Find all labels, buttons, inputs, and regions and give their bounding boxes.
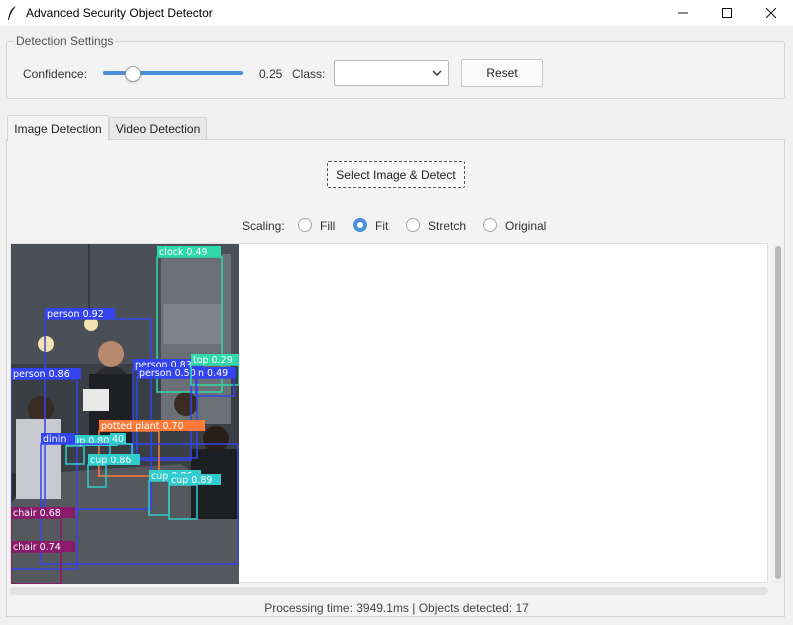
detection-box: person 0.86 [11,368,81,570]
scaling-radio-fit[interactable] [353,218,367,232]
detection-label: n 0.49 [198,368,228,379]
tab-video-detection[interactable]: Video Detection [109,117,207,139]
maximize-icon [722,8,732,18]
minimize-button[interactable] [660,0,706,26]
maximize-button[interactable] [704,0,750,26]
title-bar: Advanced Security Object Detector [0,0,793,26]
window-title: Advanced Security Object Detector [26,6,213,20]
confidence-label: Confidence: [23,67,88,81]
detection-label: chair 0.74 [13,542,61,553]
tab-image-detection[interactable]: Image Detection [7,115,109,141]
select-image-detect-button[interactable]: Select Image & Detect [327,161,465,188]
detection-label: person 0.50 [139,368,196,379]
detection-label: 40 [112,434,124,445]
reset-button[interactable]: Reset [461,59,543,87]
scaling-option-fill[interactable]: Fill [320,219,335,233]
status-bar-text: Processing time: 3949.1ms | Objects dete… [264,601,529,615]
detection-label: chair 0.68 [13,508,61,519]
scaling-label: Scaling: [242,219,285,233]
detection-label: person 0.92 [47,309,104,320]
detection-label: potted plant 0.70 [101,421,184,432]
detection-box: chair 0.74 [11,541,75,584]
horizontal-scrollbar[interactable] [10,587,768,595]
detection-box: cup 0.86 [87,454,140,488]
feather-icon [8,6,16,20]
class-select[interactable] [334,60,449,86]
class-label: Class: [292,67,326,81]
image-canvas: clock 0.49 person 0.92 person 0.83 person 0… [10,243,768,584]
scaling-option-original[interactable]: Original [505,219,546,233]
chevron-down-icon [432,70,442,76]
close-button[interactable] [748,0,793,26]
detection-box: person 0.92 [44,308,152,510]
detection-box: cup 0.89 [168,474,221,520]
scaling-radio-original[interactable] [483,218,497,232]
detection-label: person 0.86 [13,369,70,380]
close-icon [766,8,776,18]
detection-box: potted plant 0.70 [98,420,205,477]
scaling-radio-fill[interactable] [298,218,312,232]
detection-result-image: clock 0.49 person 0.92 person 0.83 person 0… [11,244,239,584]
detection-settings-legend: Detection Settings [14,34,116,48]
detection-box: 40 [109,433,133,457]
scaling-radio-stretch[interactable] [406,218,420,232]
scaling-option-stretch[interactable]: Stretch [428,219,466,233]
minimize-icon [678,12,688,14]
detection-label: clock 0.49 [159,247,208,258]
confidence-value: 0.25 [259,67,283,81]
detection-label: top 0.29 [193,355,233,366]
confidence-slider-handle[interactable] [124,66,141,82]
detection-label: cup 0.89 [171,475,212,486]
detection-label: dinin [43,434,66,445]
vertical-scrollbar-thumb[interactable] [775,246,781,579]
scaling-option-fit[interactable]: Fit [375,219,388,233]
vertical-scrollbar[interactable] [772,243,784,583]
